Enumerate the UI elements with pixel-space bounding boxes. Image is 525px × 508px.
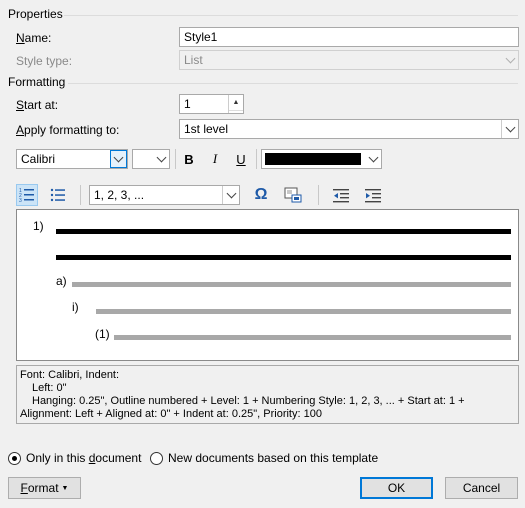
svg-text:3: 3 — [19, 198, 22, 203]
font-color-swatch — [265, 153, 361, 165]
font-name-select[interactable]: Calibri — [16, 149, 128, 169]
apply-formatting-dropdown-button[interactable] — [501, 120, 518, 138]
preview-level3-label: i) — [72, 300, 79, 314]
only-in-document-option[interactable]: Only in this document — [8, 451, 141, 465]
toolbar-separator — [175, 149, 176, 169]
number-style-select[interactable]: 1, 2, 3, ... — [89, 185, 240, 205]
chevron-down-icon — [505, 122, 515, 132]
font-name-dropdown-button[interactable] — [110, 150, 127, 168]
bulleted-list-icon — [50, 188, 65, 202]
numbered-list-icon: 1 2 3 — [19, 188, 34, 203]
chevron-down-icon — [156, 152, 166, 162]
chevron-down-icon — [368, 152, 378, 162]
properties-section-title: Properties — [8, 7, 63, 21]
start-at-spin-buttons[interactable]: ▲ ▼ — [228, 95, 243, 113]
format-button-label: Format — [20, 481, 59, 495]
decrease-indent-icon — [333, 189, 349, 203]
toolbar-separator — [80, 185, 81, 205]
style-type-value: List — [184, 53, 203, 67]
new-documents-option[interactable]: New documents based on this template — [150, 451, 378, 465]
formatting-divider — [68, 83, 518, 84]
preview-level1-label: 1) — [33, 219, 44, 233]
name-label: Name: — [16, 31, 52, 45]
preview-level3-line — [96, 309, 511, 314]
number-style-dropdown-button[interactable] — [222, 186, 239, 204]
bullets-button[interactable] — [47, 185, 69, 205]
only-in-document-radio[interactable] — [8, 451, 21, 465]
start-at-label: Start at: — [16, 98, 59, 112]
preview-level2-line — [72, 282, 511, 287]
preview-level2-label: a) — [56, 274, 67, 288]
increase-indent-button[interactable] — [362, 185, 384, 205]
description-line: Hanging: 0.25", Outline numbered + Level… — [32, 395, 465, 407]
font-size-dropdown-button[interactable] — [152, 150, 169, 168]
description-line: Font: Calibri, Indent: — [20, 369, 120, 381]
ok-button[interactable]: OK — [360, 477, 433, 499]
start-at-spinner[interactable]: 1 ▲ ▼ — [179, 94, 244, 114]
numbering-button[interactable]: 1 2 3 — [16, 184, 38, 206]
style-type-select: List — [179, 50, 519, 70]
font-color-dropdown-button[interactable] — [364, 150, 381, 168]
font-size-select[interactable] — [132, 149, 170, 169]
description-line: Left: 0" — [32, 382, 67, 394]
spin-up-icon[interactable]: ▲ — [229, 95, 243, 111]
preview-level1-line — [56, 255, 511, 260]
spin-down-icon[interactable]: ▼ — [229, 111, 243, 113]
font-color-select[interactable] — [261, 149, 382, 169]
style-type-dropdown-button — [501, 51, 518, 69]
italic-button[interactable]: I — [206, 149, 224, 169]
new-documents-radio[interactable] — [150, 451, 163, 465]
name-field[interactable]: Style1 — [179, 27, 519, 47]
apply-formatting-select[interactable]: 1st level — [179, 119, 519, 139]
only-in-document-label: Only in this document — [26, 451, 142, 465]
insert-symbol-button[interactable]: Ω — [250, 185, 272, 205]
increase-indent-icon — [365, 189, 381, 203]
dropdown-arrow-icon: ▼ — [61, 484, 69, 492]
chevron-down-icon — [113, 152, 124, 162]
formatting-section-title: Formatting — [8, 75, 66, 89]
chevron-down-icon — [505, 53, 515, 63]
description-line: Alignment: Left + Aligned at: 0" + Inden… — [20, 408, 322, 420]
bold-button[interactable]: B — [180, 149, 198, 169]
format-button[interactable]: Format ▼ — [8, 477, 81, 499]
font-name-value: Calibri — [21, 152, 56, 166]
properties-divider — [64, 15, 518, 16]
list-preview: 1) a) i) (1) — [16, 209, 519, 361]
picture-bullet-icon — [284, 187, 302, 203]
decrease-indent-button[interactable] — [330, 185, 352, 205]
style-description: Font: Calibri, Indent: Left: 0" Hanging:… — [16, 365, 519, 424]
cancel-button[interactable]: Cancel — [445, 477, 518, 499]
number-style-value: 1, 2, 3, ... — [94, 188, 145, 202]
chevron-down-icon — [226, 188, 236, 198]
insert-picture-button[interactable] — [282, 185, 304, 205]
preview-level4-line — [114, 335, 511, 340]
toolbar-separator — [318, 185, 319, 205]
underline-button[interactable]: U — [232, 149, 250, 169]
toolbar-separator — [256, 149, 257, 169]
apply-formatting-value: 1st level — [184, 122, 229, 136]
new-documents-label: New documents based on this template — [168, 451, 379, 465]
start-at-value: 1 — [184, 97, 191, 111]
style-type-label: Style type: — [16, 54, 73, 68]
preview-level4-label: (1) — [95, 327, 110, 341]
apply-formatting-label: Apply formatting to: — [16, 123, 120, 137]
preview-level1-line — [56, 229, 511, 234]
